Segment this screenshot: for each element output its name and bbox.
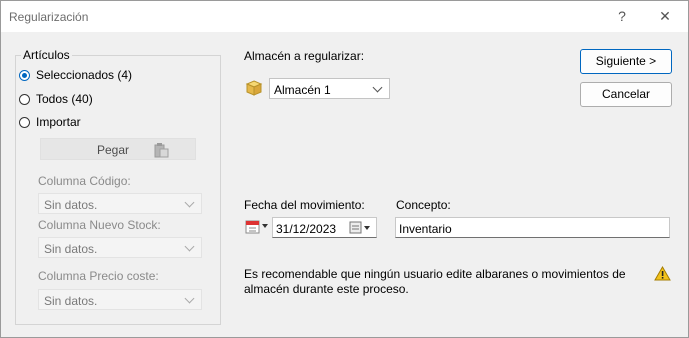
chevron-down-icon: [184, 197, 195, 208]
chevron-down-icon: [184, 241, 195, 252]
radio-importar-label: Importar: [36, 115, 81, 129]
dropdown-arrow-icon[interactable]: [364, 225, 371, 231]
radio-todos-label: Todos (40): [36, 92, 93, 106]
cancelar-button[interactable]: Cancelar: [580, 82, 672, 107]
radio-seleccionados-label: Seleccionados (4): [36, 68, 133, 82]
calendar-picker-icon[interactable]: [349, 221, 363, 234]
fecha-value: 31/12/2023: [276, 222, 337, 236]
clipboard-icon: [154, 143, 169, 158]
radio-selected-icon: [19, 69, 30, 81]
pegar-label: Pegar: [96, 143, 129, 157]
concepto-value: Inventario: [399, 222, 452, 236]
radio-empty-icon: [19, 93, 30, 105]
title-bar: Regularización ? ✕: [1, 1, 688, 32]
columna-codigo-select[interactable]: Sin datos.: [38, 193, 202, 214]
warehouse-box-icon: [245, 80, 263, 96]
fecha-input[interactable]: 31/12/2023: [272, 217, 377, 238]
columna-codigo-value: Sin datos.: [44, 198, 98, 212]
columna-stock-select[interactable]: Sin datos.: [38, 237, 202, 258]
almacen-value: Almacén 1: [274, 83, 331, 97]
columna-codigo-label: Columna Código:: [38, 174, 131, 188]
pegar-button[interactable]: Pegar: [40, 138, 196, 160]
almacen-select[interactable]: Almacén 1: [269, 78, 390, 99]
fecha-label: Fecha del movimiento:: [244, 198, 365, 212]
chevron-down-icon: [372, 82, 383, 93]
warning-note: Es recomendable que ningún usuario edite…: [244, 267, 626, 296]
articulos-legend: Artículos: [21, 48, 72, 62]
columna-stock-label: Columna Nuevo Stock:: [38, 218, 161, 232]
calendar-icon[interactable]: [245, 219, 260, 234]
radio-seleccionados[interactable]: Seleccionados (4): [19, 67, 132, 83]
close-button[interactable]: ✕: [651, 5, 679, 27]
radio-importar[interactable]: Importar: [19, 114, 81, 130]
columna-precio-select[interactable]: Sin datos.: [38, 289, 202, 310]
radio-todos[interactable]: Todos (40): [19, 91, 93, 107]
columna-stock-value: Sin datos.: [44, 242, 98, 256]
almacen-label: Almacén a regularizar:: [244, 49, 365, 63]
concepto-label: Concepto:: [396, 198, 451, 212]
siguiente-button[interactable]: Siguiente >: [580, 49, 672, 74]
columna-precio-label: Columna Precio coste:: [38, 269, 159, 283]
concepto-input[interactable]: Inventario: [395, 217, 670, 238]
dialog-window: Regularización ? ✕ Artículos Seleccionad…: [0, 0, 689, 338]
dropdown-arrow-icon[interactable]: [262, 223, 269, 229]
window-title: Regularización: [9, 10, 89, 24]
radio-empty-icon: [19, 116, 30, 128]
warning-icon: [654, 266, 671, 281]
help-button[interactable]: ?: [608, 5, 636, 27]
columna-precio-value: Sin datos.: [44, 294, 98, 308]
chevron-down-icon: [184, 293, 195, 304]
